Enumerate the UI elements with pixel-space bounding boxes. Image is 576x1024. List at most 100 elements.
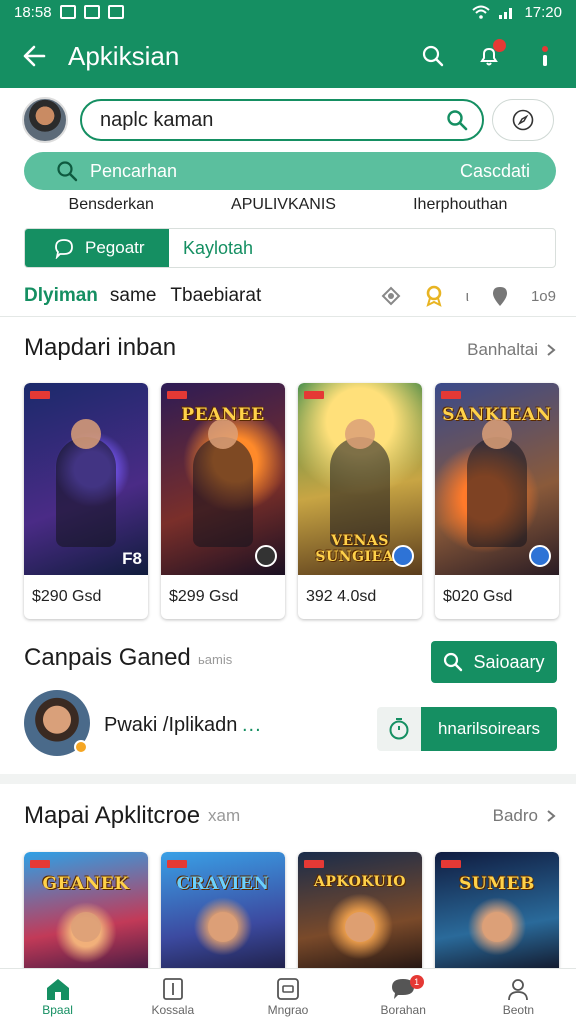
- character-figure: [330, 437, 390, 547]
- search-icon: [57, 161, 78, 182]
- segmented-control: Pegoatr Kaylotah: [24, 228, 556, 268]
- divider: [0, 316, 576, 317]
- character-head: [208, 419, 238, 449]
- timer-icon: [389, 718, 409, 740]
- chevron-right-icon: [547, 344, 556, 356]
- search-icon[interactable]: [418, 41, 448, 71]
- card-price: $299 Gsd: [169, 588, 239, 605]
- badge: [304, 860, 324, 868]
- badge: [441, 391, 461, 399]
- game-card[interactable]: CRAVIEN: [161, 852, 285, 976]
- character-head: [71, 419, 101, 449]
- avatar[interactable]: [22, 97, 68, 143]
- game-art-title: APKOKUIO: [314, 874, 406, 890]
- user-name[interactable]: Pwaki /Iplikadn: [104, 714, 237, 737]
- character-head: [345, 912, 375, 942]
- search-button-label: Saioaary: [473, 651, 545, 672]
- category-item[interactable]: APULIVKANIS: [231, 196, 336, 220]
- more-icon[interactable]: [530, 41, 560, 71]
- game-art: SANKIEAN: [435, 383, 559, 575]
- badge: [167, 391, 187, 399]
- badge: [441, 860, 461, 868]
- badge: [30, 860, 50, 868]
- category-item[interactable]: Bensderkan: [69, 196, 154, 220]
- app-icon: [277, 977, 299, 1000]
- nav-label: Borahan: [380, 1002, 426, 1017]
- action-button[interactable]: hnarilsoirears: [421, 707, 557, 751]
- pill-label: Pencarhan: [90, 160, 178, 181]
- search-row: [0, 96, 576, 144]
- notification-bell-icon[interactable]: [474, 39, 506, 71]
- nav-item-apps[interactable]: Mngrao: [230, 969, 345, 1024]
- category-item[interactable]: Iherphouthan: [413, 196, 507, 220]
- section-separator: [0, 774, 576, 784]
- compass-button[interactable]: [491, 99, 554, 141]
- nav-item-chat[interactable]: 1 Borahan: [346, 969, 461, 1024]
- character-head: [482, 912, 512, 942]
- character-head: [482, 419, 512, 449]
- info-count: 1о9: [530, 287, 556, 305]
- nav-item-home[interactable]: Bpaal: [0, 969, 115, 1024]
- page-title: Apkiksian: [68, 40, 180, 71]
- section-title: Canpais Ganed: [24, 644, 191, 671]
- location-pin-icon[interactable]: [491, 285, 509, 307]
- app-bar: Apkiksian: [0, 24, 576, 88]
- wifi-icon: [472, 5, 491, 19]
- nav-item-profile[interactable]: Beotn: [461, 969, 576, 1024]
- search-button[interactable]: Saioaary: [431, 641, 557, 683]
- nav-label: Kossala: [151, 1002, 195, 1017]
- info-highlight[interactable]: Dlyiman: [24, 285, 98, 307]
- category-row: Bensderkan APULIVKANIS Iherphouthan: [0, 196, 576, 220]
- user-icon: [508, 978, 529, 1000]
- timer-button[interactable]: [377, 707, 421, 751]
- platform-icon: [392, 545, 414, 567]
- game-art: GEANEK: [24, 852, 148, 976]
- game-card[interactable]: SUMEB: [435, 852, 559, 976]
- status-time: 18:58: [14, 3, 52, 21]
- card-corner-label: F8: [122, 549, 142, 568]
- more-dots[interactable]: ...: [242, 714, 262, 737]
- game-card[interactable]: F8 $290 Gsd: [24, 383, 148, 619]
- game-art: VENAS SUNGIEAS: [298, 383, 422, 575]
- search-pill[interactable]: Pencarhan Cascdati: [24, 152, 556, 190]
- character-figure: [56, 437, 116, 547]
- filter-icon[interactable]: [380, 285, 402, 307]
- search-bar[interactable]: [80, 99, 484, 141]
- pill-action[interactable]: Cascdati: [460, 161, 530, 182]
- notification-icon: [83, 5, 100, 19]
- info-separator: ι: [465, 287, 469, 305]
- game-card[interactable]: GEANEK: [24, 852, 148, 976]
- verified-badge-icon: [74, 740, 88, 754]
- tab-active[interactable]: Pegoatr: [25, 229, 169, 267]
- platform-icon: [529, 545, 551, 567]
- game-card[interactable]: VENAS SUNGIEAS 392 4.0sd: [298, 383, 422, 619]
- character-head: [208, 912, 238, 942]
- game-art: F8: [24, 383, 148, 575]
- section-subtitle: ьamis: [198, 652, 233, 667]
- game-card[interactable]: PEANEE $299 Gsd: [161, 383, 285, 619]
- badge: [304, 391, 324, 399]
- section-subtitle: xam: [208, 806, 241, 825]
- game-art-title: CRAVIEN: [176, 874, 270, 894]
- search-icon[interactable]: [446, 109, 468, 131]
- nav-item-documents[interactable]: Kossala: [115, 969, 230, 1024]
- tab-inactive[interactable]: Kaylotah: [169, 229, 555, 267]
- search-input[interactable]: [100, 108, 446, 132]
- home-icon: [46, 978, 69, 1000]
- info-text: same: [109, 285, 157, 306]
- badge: [167, 860, 187, 868]
- status-bar: 18:58 17:20: [0, 0, 576, 24]
- see-all-link[interactable]: Badro: [493, 806, 556, 826]
- notification-badge: [493, 39, 506, 52]
- game-art: SUMEB: [435, 852, 559, 976]
- game-card[interactable]: SANKIEAN $020 Gsd: [435, 383, 559, 619]
- see-all-link[interactable]: Banhaltai: [467, 340, 556, 360]
- game-art-title: SUMEB: [459, 874, 535, 894]
- chat-bubble-icon: [55, 239, 73, 259]
- game-card[interactable]: APKOKUIO: [298, 852, 422, 976]
- character-figure: [193, 437, 253, 547]
- card-price: 392 4.0sd: [306, 588, 377, 605]
- award-icon[interactable]: [424, 285, 444, 307]
- game-art-title: GEANEK: [42, 874, 130, 894]
- back-icon[interactable]: [16, 38, 52, 74]
